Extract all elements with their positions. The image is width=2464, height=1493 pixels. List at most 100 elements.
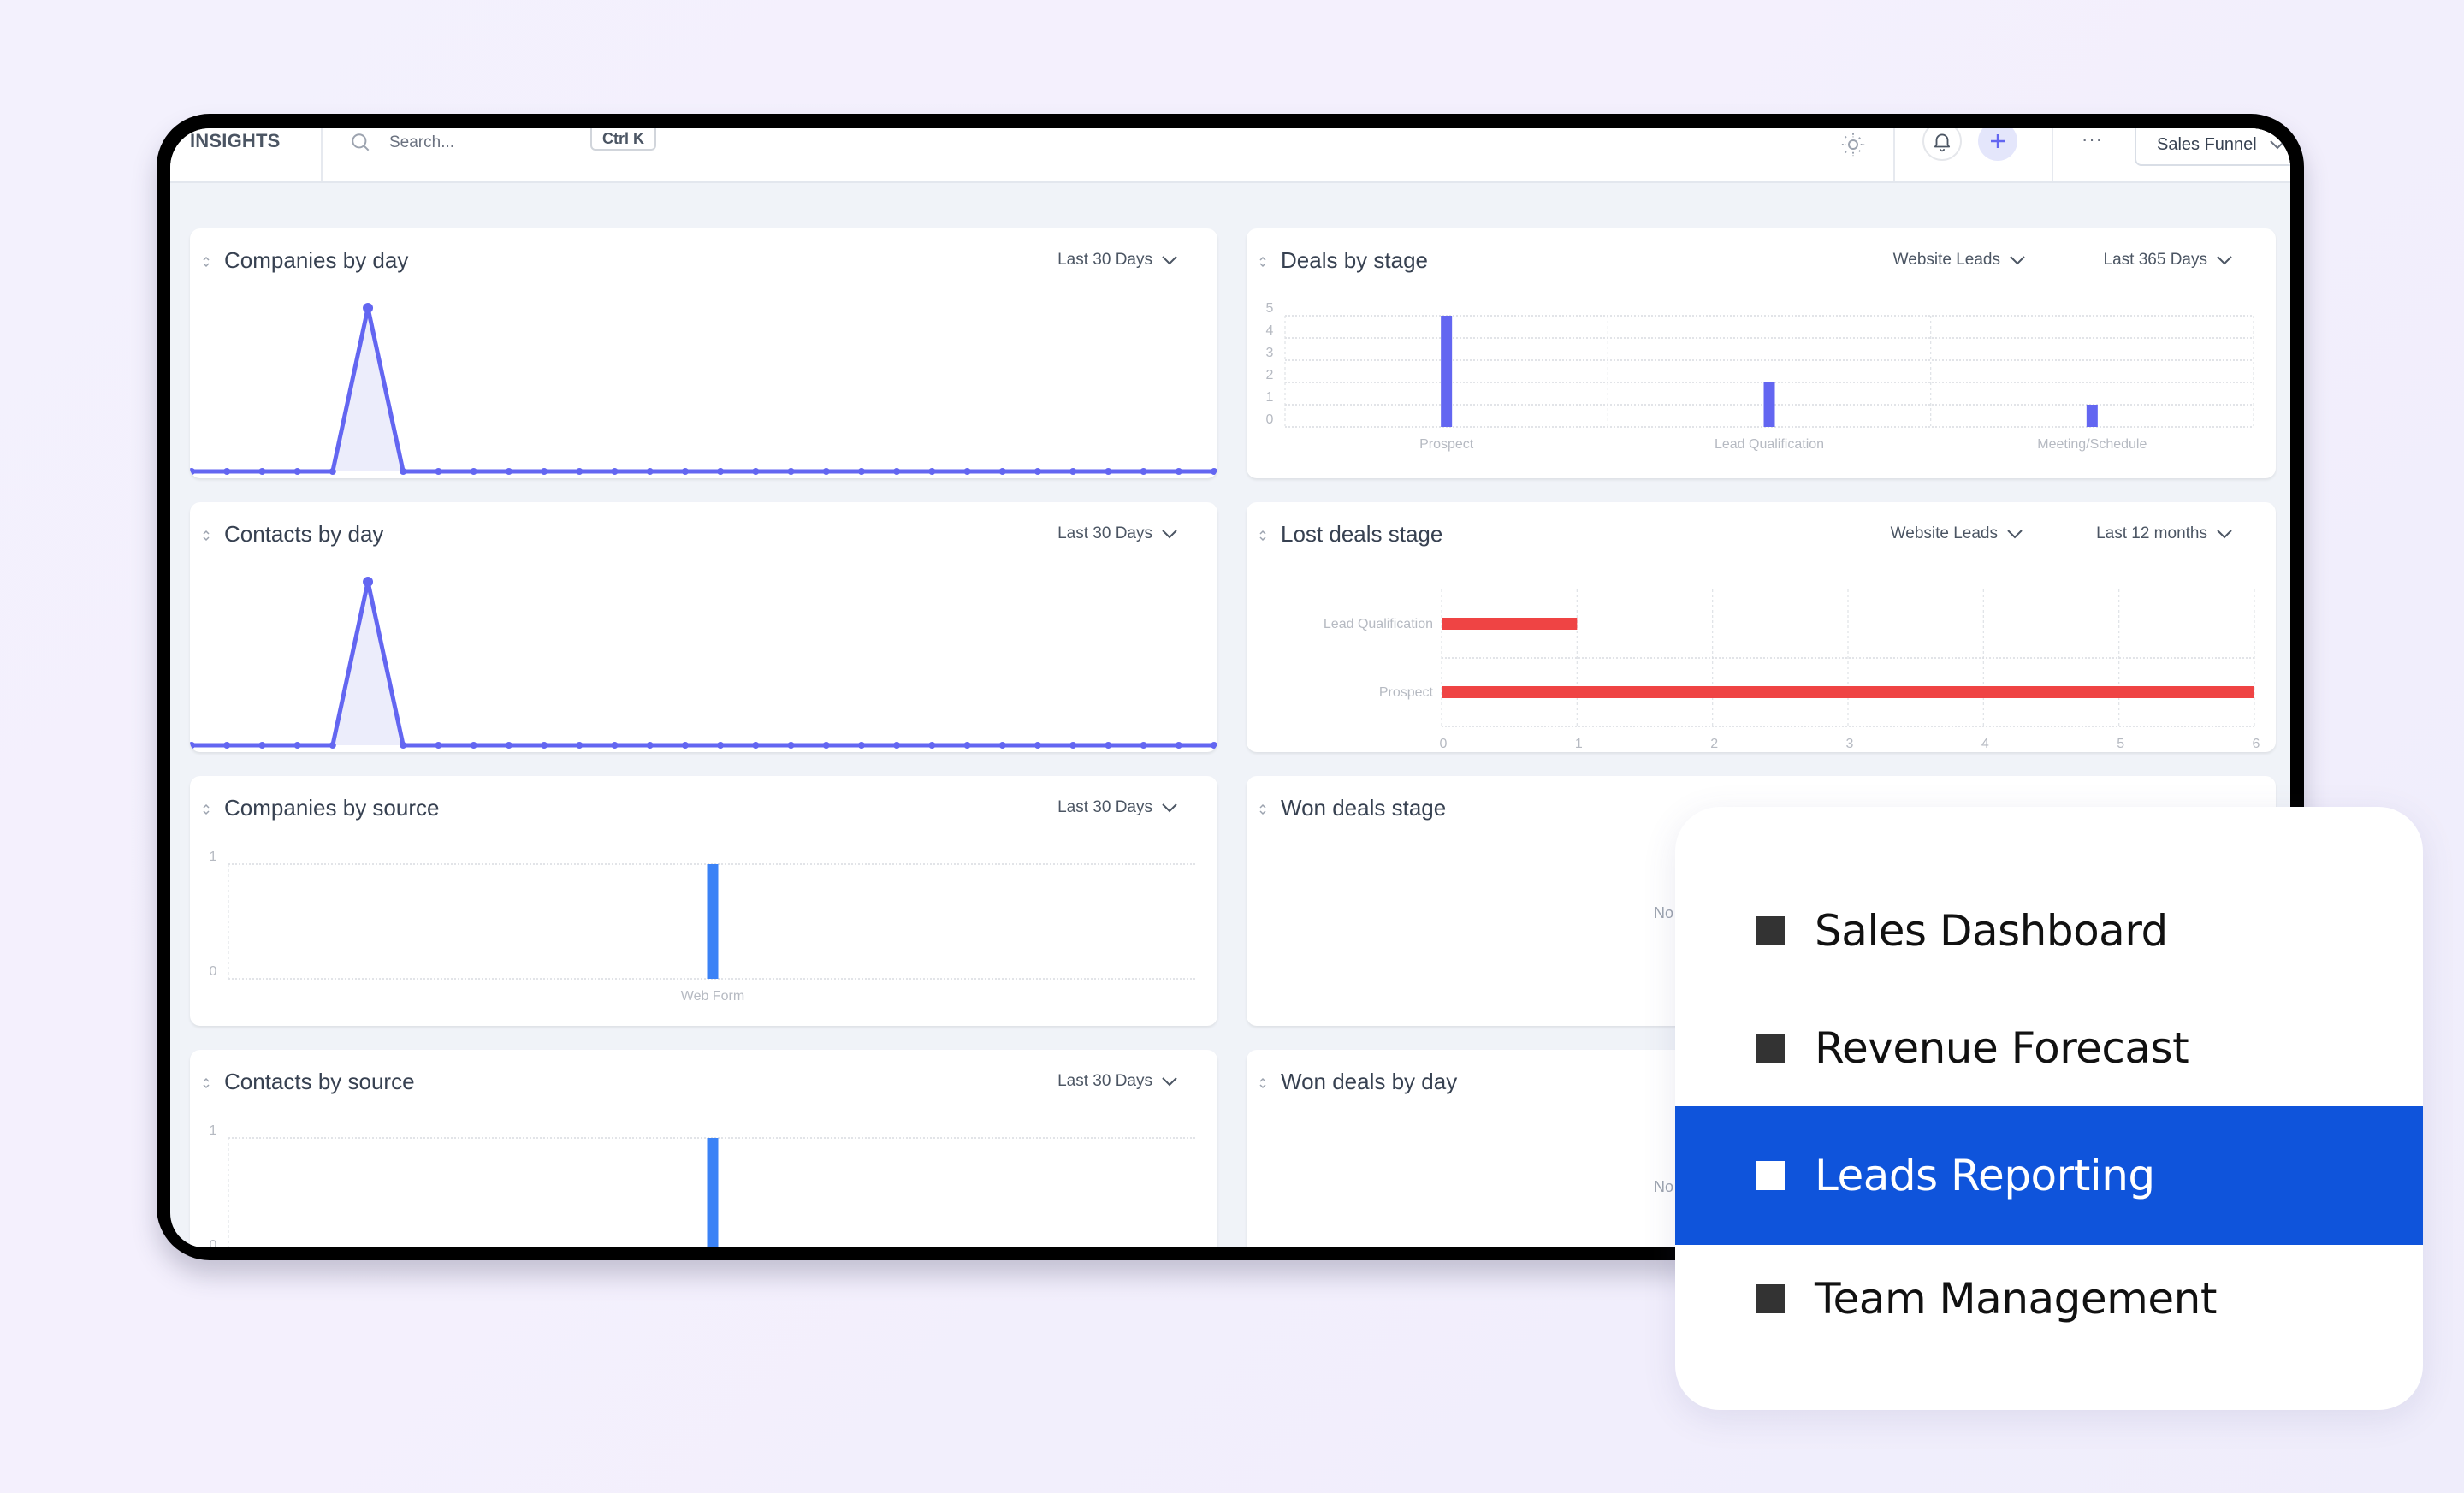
y-tick-label: Prospect: [1379, 685, 1434, 700]
data-point: [752, 468, 760, 475]
horizontal-bar-chart: 0 1 2 3 4 5 6 Lead Qualification Prospect: [1324, 589, 2260, 751]
data-point: [576, 468, 583, 475]
chevron-down-icon: [2270, 140, 2285, 150]
data-point: [400, 468, 407, 475]
data-point: [470, 742, 477, 749]
menu-item-label: Leads Reporting: [1815, 1151, 2155, 1200]
y-tick-label: Lead Qualification: [1324, 617, 1433, 631]
data-point: [1175, 468, 1182, 475]
header-divider: [1893, 128, 1895, 181]
x-tick-label: Web Form: [681, 989, 744, 1004]
data-point: [998, 468, 1006, 475]
data-point: [822, 468, 830, 475]
search-input[interactable]: [389, 132, 560, 154]
data-point: [681, 742, 689, 749]
data-point: [293, 742, 301, 749]
x-tick-label: Meeting/Schedule: [2037, 437, 2147, 452]
data-point: [998, 742, 1006, 749]
plus-icon: [1991, 134, 2005, 148]
dashboard-select[interactable]: Sales Funnel: [2135, 128, 2290, 166]
data-point: [1140, 742, 1147, 749]
data-point: [1069, 742, 1077, 749]
header-divider: [2052, 128, 2053, 181]
data-point: [787, 468, 795, 475]
x-tick-label: 4: [1981, 737, 1989, 751]
sun-icon[interactable]: [1840, 132, 1866, 157]
bar-chart: 0 1 Web Form: [210, 850, 1197, 1004]
x-tick-label: Prospect: [1419, 437, 1474, 452]
data-point: [963, 468, 971, 475]
y-tick-label: 5: [1266, 301, 1274, 316]
x-tick-label: Lead Qualification: [1715, 437, 1824, 452]
bar-chart: 01Web Form: [210, 1123, 1197, 1247]
more-horizontal-icon[interactable]: ···: [2082, 128, 2103, 151]
card-contacts-by-source: Contacts by source Last 30 Days 0 1 Web Fo…: [190, 1050, 1217, 1247]
square-bullet-icon: [1756, 1034, 1785, 1063]
line-chart: [190, 577, 1217, 749]
data-point: [928, 468, 936, 475]
add-button[interactable]: [1978, 128, 2017, 161]
bar: [1763, 382, 1775, 427]
search-icon: [352, 133, 370, 151]
data-point: [857, 468, 865, 475]
notifications-button[interactable]: [1922, 128, 1962, 161]
y-tick-label: 4: [1266, 323, 1274, 338]
data-point: [363, 577, 374, 587]
square-bullet-icon: [1756, 916, 1785, 945]
x-tick-label: 6: [2253, 737, 2260, 751]
data-point: [1175, 742, 1182, 749]
drag-handle-icon[interactable]: [1259, 1075, 1267, 1091]
y-tick-label: 1: [1266, 390, 1274, 405]
card-deals-by-stage: Deals by stage Website Leads Last 365 Da…: [1247, 228, 2276, 478]
top-header: INSIGHTS Ctrl K: [170, 128, 2290, 183]
dashboard-menu: Sales Dashboard Revenue Forecast Leads R…: [1675, 807, 2423, 1410]
data-point: [893, 468, 901, 475]
y-tick-label: 1: [210, 850, 217, 864]
data-point: [505, 742, 512, 749]
data-point: [822, 742, 830, 749]
dashboard-select-value: Sales Funnel: [2157, 134, 2257, 154]
header-divider: [321, 128, 323, 181]
data-point: [928, 742, 936, 749]
card-companies-by-source: Companies by source Last 30 Days 0 1 Web F…: [190, 776, 1217, 1026]
data-point: [1140, 468, 1147, 475]
data-point: [470, 468, 477, 475]
data-point: [1211, 742, 1217, 749]
data-point: [223, 742, 231, 749]
data-point: [293, 468, 301, 475]
data-point: [505, 468, 512, 475]
data-point: [576, 742, 583, 749]
card-companies-by-day: Companies by day Last 30 Days: [190, 228, 1217, 478]
bar: [1442, 686, 2254, 698]
data-point: [435, 468, 442, 475]
y-tick-label: 0: [1266, 412, 1274, 427]
card-lost-deals-stage: Lost deals stage Website Leads Last 12 m…: [1247, 502, 2276, 752]
data-point: [1105, 742, 1112, 749]
menu-item-revenue-forecast[interactable]: Revenue Forecast: [1675, 979, 2423, 1117]
data-point: [435, 742, 442, 749]
data-point: [223, 468, 231, 475]
data-point: [1069, 468, 1077, 475]
y-tick-label: 2: [1266, 368, 1274, 382]
search-shortcut-badge: Ctrl K: [590, 128, 656, 151]
data-point: [787, 742, 795, 749]
y-tick-label: 0: [210, 964, 217, 979]
data-point: [1034, 468, 1041, 475]
bar: [707, 864, 719, 979]
bar: [2086, 405, 2098, 427]
x-tick-label: 1: [1575, 737, 1583, 751]
menu-item-label: Revenue Forecast: [1815, 1023, 2189, 1073]
data-point: [611, 742, 619, 749]
data-point: [646, 468, 654, 475]
card-title: Won deals stage: [1281, 795, 1447, 821]
drag-handle-icon[interactable]: [1259, 802, 1267, 817]
data-point: [1034, 742, 1041, 749]
area-fill: [192, 582, 1214, 745]
app-brand: INSIGHTS: [190, 130, 281, 151]
menu-item-leads-reporting[interactable]: Leads Reporting: [1675, 1106, 2423, 1245]
data-point: [646, 742, 654, 749]
data-point: [258, 742, 266, 749]
menu-item-label: Team Management: [1815, 1274, 2217, 1324]
menu-item-team-management[interactable]: Team Management: [1675, 1229, 2423, 1368]
x-tick-label: 3: [1846, 737, 1854, 751]
